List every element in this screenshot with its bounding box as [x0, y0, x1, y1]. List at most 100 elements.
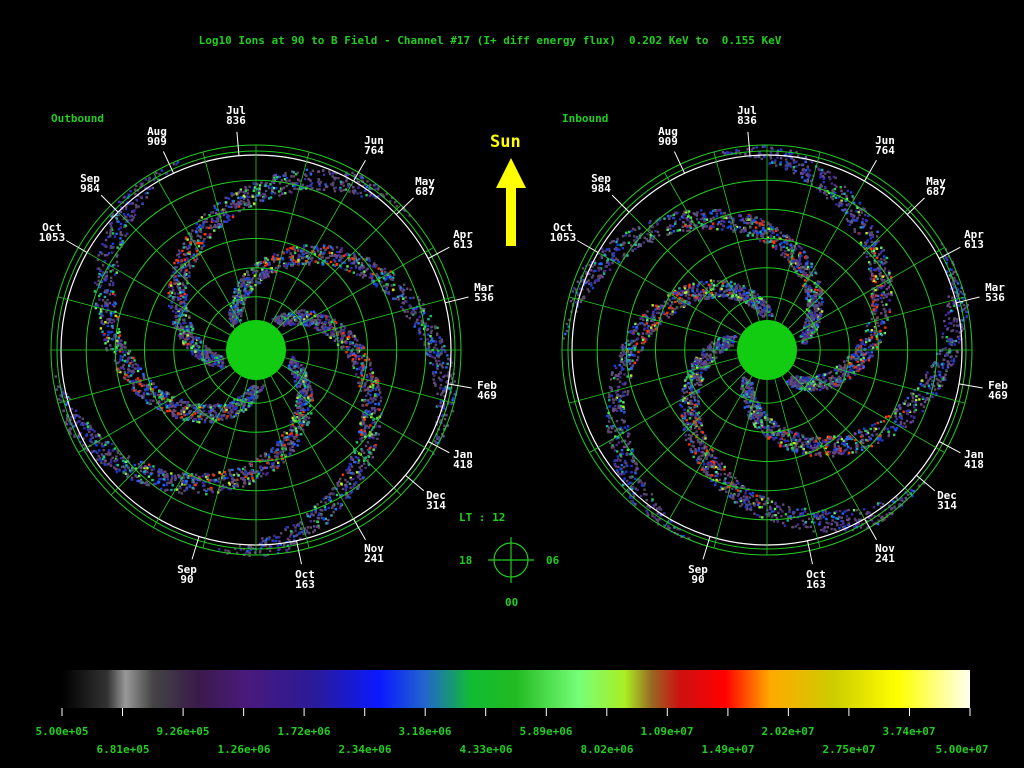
flux-pixel	[184, 341, 187, 344]
flux-pixel	[420, 323, 424, 327]
flux-pixel	[118, 331, 121, 334]
flux-pixel	[247, 404, 251, 408]
flux-pixel	[109, 229, 112, 232]
flux-pixel	[99, 458, 102, 461]
flux-pixel	[297, 248, 300, 251]
flux-pixel	[325, 318, 328, 321]
flux-pixel	[318, 182, 321, 185]
flux-pixel	[112, 281, 115, 285]
flux-pixel	[358, 431, 361, 434]
flux-pixel	[944, 373, 947, 376]
flux-pixel	[352, 352, 356, 355]
flux-pixel	[97, 454, 100, 458]
flux-pixel	[911, 394, 914, 397]
flux-pixel	[109, 232, 112, 236]
flux-pixel	[365, 258, 368, 261]
flux-pixel	[443, 424, 446, 428]
flux-pixel	[342, 188, 345, 192]
flux-pixel	[381, 268, 384, 272]
flux-pixel	[119, 358, 122, 361]
flux-pixel	[368, 259, 371, 262]
flux-pixel	[239, 197, 242, 200]
flux-pixel	[230, 474, 234, 477]
flux-pixel	[175, 315, 178, 318]
flux-pixel	[311, 169, 315, 172]
flux-pixel	[108, 320, 111, 323]
flux-pixel	[344, 484, 347, 487]
flux-pixel	[358, 357, 361, 361]
flux-pixel	[77, 434, 80, 438]
flux-pixel	[333, 318, 336, 321]
flux-pixel	[380, 272, 383, 275]
flux-pixel	[102, 322, 105, 325]
flux-pixel	[297, 414, 301, 417]
flux-pixel	[370, 433, 373, 436]
flux-pixel	[230, 205, 233, 209]
flux-pixel	[209, 420, 212, 423]
flux-pixel	[277, 321, 280, 325]
flux-pixel	[361, 399, 364, 402]
flux-pixel	[101, 242, 104, 246]
flux-pixel	[185, 401, 189, 405]
flux-pixel	[377, 393, 381, 396]
flux-pixel	[286, 537, 290, 541]
flux-pixel	[391, 278, 395, 281]
flux-pixel	[424, 322, 427, 325]
flux-pixel	[332, 492, 335, 495]
flux-pixel	[101, 299, 105, 302]
flux-pixel	[329, 260, 333, 264]
flux-pixel	[368, 194, 371, 198]
flux-pixel	[107, 451, 110, 454]
flux-pixel	[183, 332, 186, 335]
flux-pixel	[347, 494, 350, 497]
flux-pixel	[111, 284, 115, 287]
flux-pixel	[145, 387, 149, 391]
flux-pixel	[331, 506, 334, 510]
flux-pixel	[294, 374, 297, 377]
flux-pixel	[355, 441, 359, 444]
flux-pixel	[366, 267, 369, 271]
flux-pixel	[228, 470, 231, 473]
flux-pixel	[316, 261, 320, 264]
flux-pixel	[438, 336, 441, 339]
flux-pixel	[106, 324, 110, 328]
flux-pixel	[106, 333, 110, 337]
flux-pixel	[252, 479, 255, 482]
flux-pixel	[332, 258, 336, 261]
flux-pixel	[360, 362, 363, 365]
flux-pixel	[104, 441, 108, 444]
flux-pixel	[340, 332, 343, 335]
flux-pixel	[355, 344, 358, 348]
flux-pixel	[352, 186, 355, 189]
flux-pixel	[260, 475, 263, 478]
flux-pixel	[299, 409, 303, 412]
flux-pixel	[116, 246, 119, 249]
flux-pixel	[160, 469, 163, 472]
flux-pixel	[295, 433, 298, 437]
flux-pixel	[306, 396, 310, 399]
flux-pixel	[350, 478, 353, 481]
flux-pixel	[352, 257, 355, 261]
flux-pixel	[358, 385, 361, 388]
flux-pixel	[947, 295, 950, 298]
flux-pixel	[952, 324, 956, 327]
flux-pixel	[287, 442, 290, 446]
flux-pixel	[436, 332, 439, 335]
flux-pixel	[801, 441, 804, 444]
flux-pixel	[190, 325, 193, 328]
flux-pixel	[809, 454, 812, 457]
flux-pixel	[97, 254, 100, 257]
flux-pixel	[183, 489, 186, 492]
flux-pixel	[271, 255, 275, 258]
flux-pixel	[217, 226, 220, 229]
flux-pixel	[229, 413, 232, 416]
flux-pixel	[172, 162, 176, 166]
flux-pixel	[415, 307, 418, 311]
flux-pixel	[178, 400, 182, 403]
flux-pixel	[325, 522, 328, 525]
flux-pixel	[240, 202, 243, 206]
flux-pixel	[185, 269, 188, 272]
flux-pixel	[209, 224, 212, 227]
flux-pixel	[298, 395, 301, 398]
flux-pixel	[288, 364, 291, 367]
